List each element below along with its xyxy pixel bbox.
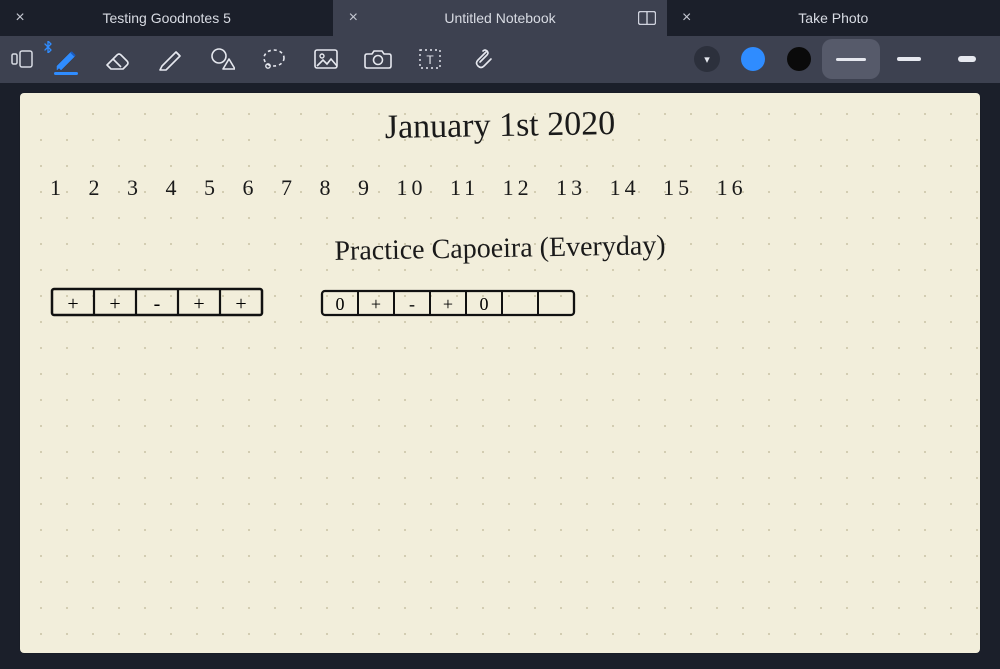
pen-icon — [53, 46, 79, 72]
color-swatch-blue[interactable] — [741, 47, 765, 71]
shape-icon — [209, 47, 235, 71]
stroke-thick[interactable] — [938, 39, 996, 79]
notebook-page[interactable]: January 1st 2020 1 2 3 4 5 6 7 8 9 10 11… — [20, 93, 980, 653]
stroke-medium[interactable] — [880, 39, 938, 79]
tab-label: Take Photo — [701, 10, 966, 26]
image-tool[interactable] — [300, 39, 352, 79]
camera-tool[interactable] — [352, 39, 404, 79]
split-view-icon[interactable] — [633, 11, 661, 25]
toolbar: T ▾ — [0, 36, 1000, 83]
canvas-stage: January 1st 2020 1 2 3 4 5 6 7 8 9 10 11… — [0, 83, 1000, 669]
tab-take-photo[interactable]: × Take Photo — [667, 0, 1000, 36]
habit-title-handwriting: Practice Capoeira (Everyday) — [334, 230, 666, 268]
textbox-tool[interactable]: T — [404, 39, 456, 79]
svg-text:+: + — [67, 293, 78, 315]
svg-text:+: + — [371, 294, 381, 314]
highlighter-icon — [156, 46, 184, 72]
page-title-handwriting: January 1st 2020 — [384, 105, 615, 147]
chevron-down-icon: ▾ — [704, 53, 710, 66]
tab-testing-goodnotes[interactable]: × Testing Goodnotes 5 — [0, 0, 333, 36]
shape-tool[interactable] — [196, 39, 248, 79]
svg-text:T: T — [426, 53, 434, 67]
svg-text:-: - — [409, 294, 415, 314]
lasso-tool[interactable] — [248, 39, 300, 79]
color-swatch-black[interactable] — [787, 47, 811, 71]
highlighter-tool[interactable] — [144, 39, 196, 79]
eraser-tool[interactable] — [92, 39, 144, 79]
number-row-handwriting: 1 2 3 4 5 6 7 8 9 10 11 12 13 14 15 16 — [50, 175, 747, 201]
tab-label: Testing Goodnotes 5 — [34, 10, 299, 26]
color-dropdown[interactable]: ▾ — [694, 46, 720, 72]
paperclip-icon — [471, 47, 493, 71]
attachment-tool[interactable] — [456, 39, 508, 79]
pen-tool[interactable] — [40, 39, 92, 79]
svg-text:+: + — [193, 293, 204, 315]
close-icon[interactable]: × — [339, 9, 367, 27]
lasso-icon — [261, 47, 287, 71]
tab-untitled-notebook[interactable]: × Untitled Notebook — [333, 0, 666, 36]
svg-text:-: - — [154, 293, 161, 315]
svg-text:+: + — [109, 293, 120, 315]
svg-text:0: 0 — [480, 294, 489, 314]
textbox-icon: T — [418, 48, 442, 70]
svg-text:0: 0 — [336, 294, 345, 314]
image-icon — [313, 48, 339, 70]
close-icon[interactable]: × — [673, 9, 701, 27]
close-icon[interactable]: × — [6, 9, 34, 27]
svg-text:+: + — [235, 293, 246, 315]
camera-icon — [364, 48, 392, 70]
svg-text:+: + — [443, 294, 453, 314]
eraser-icon — [103, 47, 133, 71]
tracker-a: + + - + + — [50, 285, 270, 321]
page-thumbnails-button[interactable] — [4, 39, 40, 79]
bluetooth-icon — [44, 41, 52, 53]
tab-bar: × Testing Goodnotes 5 × Untitled Noteboo… — [0, 0, 1000, 36]
stroke-thin[interactable] — [822, 39, 880, 79]
tab-label: Untitled Notebook — [367, 10, 632, 26]
tracker-b: 0 + - + 0 — [320, 285, 580, 321]
